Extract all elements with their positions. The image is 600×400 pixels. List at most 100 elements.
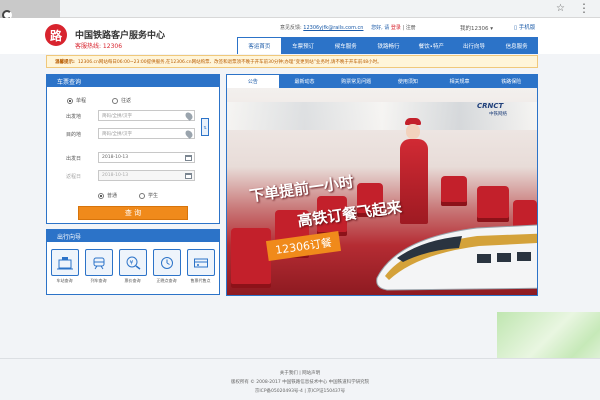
guide-item-price[interactable]: ¥ 票价查询 xyxy=(117,249,148,284)
feedback-email-link[interactable]: 12306yjfk@rails.com.cn xyxy=(303,25,363,31)
station-icon[interactable] xyxy=(50,249,79,276)
notice-text: 12306.cn网站每日06:00~23:00提供服务,在12306.cn网站购… xyxy=(77,59,382,65)
promo-banner[interactable]: CRNCT 中铁网络 下单提前一小时 高铁订餐飞起来 12306订餐 xyxy=(227,88,537,295)
notice-label: 温馨提示: xyxy=(55,59,75,65)
radio-unchecked-icon[interactable] xyxy=(139,192,146,199)
svg-text:¥: ¥ xyxy=(129,259,133,266)
clock-icon-graphic xyxy=(160,256,173,269)
train-icon[interactable] xyxy=(84,249,113,276)
guide-list: 车站查询 列车查询 ¥ 票价查询 正晚点查询 售票代售点 xyxy=(49,249,216,284)
price-icon-graphic: ¥ xyxy=(126,256,140,270)
trip-type-oneway[interactable]: 单程 xyxy=(67,97,86,104)
attendant-face xyxy=(406,124,420,139)
feedback-label: 意见反馈: xyxy=(280,25,304,31)
guide-item-train[interactable]: 列车查询 xyxy=(83,249,114,284)
depart-date-value: 2018-10-13 xyxy=(102,155,129,160)
radio-label: 单程 xyxy=(76,98,87,104)
radio-unchecked-icon[interactable] xyxy=(112,97,119,104)
browser-menu-icon[interactable]: ⋮ xyxy=(578,1,590,15)
tab-faq[interactable]: 购票常见问题 xyxy=(330,75,382,88)
ticket-type-student[interactable]: 学生 xyxy=(139,192,158,199)
seat-graphic xyxy=(477,186,509,222)
news-panel: 公告 最新动态 购票常见问题 使用须知 相关规章 铁路保险 CRNCT 中铁网络… xyxy=(226,74,538,296)
ticket-icon[interactable] xyxy=(186,249,215,276)
guide-label: 售票代售点 xyxy=(190,278,211,283)
calendar-icon[interactable] xyxy=(185,173,192,179)
nav-item-waiting-service[interactable]: 候车服务 xyxy=(324,37,367,54)
nav-item-catering[interactable]: 餐饮•特产 xyxy=(410,37,453,54)
radio-label: 学生 xyxy=(148,193,159,199)
radio-checked-icon[interactable] xyxy=(98,192,104,199)
register-link[interactable]: | 注册 xyxy=(402,25,415,31)
calendar-icon[interactable] xyxy=(185,155,192,161)
tab-regulations[interactable]: 相关规章 xyxy=(434,75,486,88)
seat-graphic xyxy=(231,228,271,288)
panel-title: 车票查询 xyxy=(47,75,219,87)
brand-logo: CRNCT xyxy=(477,102,504,110)
ticket-type-normal[interactable]: 普通 xyxy=(98,192,117,199)
browser-toolbar: ☆ ⋮ xyxy=(0,0,600,20)
price-icon[interactable]: ¥ xyxy=(118,249,147,276)
nav-item-info-service[interactable]: 信息服务 xyxy=(495,37,538,54)
location-pin-icon[interactable] xyxy=(184,129,194,139)
login-link[interactable]: 登录 xyxy=(391,25,401,31)
site-title[interactable]: 中国铁路客户服务中心 xyxy=(75,28,165,41)
clock-icon[interactable] xyxy=(152,249,181,276)
to-placeholder: 简码/全拼/汉字 xyxy=(102,131,133,137)
tab-latest[interactable]: 最新动态 xyxy=(279,75,331,88)
nav-item-ticket-booking[interactable]: 车票预订 xyxy=(282,37,325,54)
seat-graphic xyxy=(441,176,467,206)
footer-links[interactable]: 关于我们 | 网站声明 xyxy=(0,369,600,378)
mobile-version-link[interactable]: ▯ 手机版 xyxy=(514,23,535,31)
tab-usage-notes[interactable]: 使用须知 xyxy=(382,75,434,88)
attendant-uniform xyxy=(400,139,428,224)
my12306-menu[interactable]: 我的12306 ▾ xyxy=(460,24,493,32)
railway-logo-icon[interactable]: 路 xyxy=(45,24,67,46)
return-date-value: 2018-10-13 xyxy=(102,173,129,178)
footer-copyright: 版权所有 © 2008-2017 中国铁路信息技术中心 中国铁道科学研究院 xyxy=(230,380,370,385)
footer-icp: 京ICP备05020493号-4 | 京ICP证150437号 xyxy=(254,389,346,394)
main-nav: 客运首页 车票预订 候车服务 铁路畅行 餐饮•特产 出行向导 信息服务 xyxy=(237,37,538,54)
radio-checked-icon[interactable] xyxy=(67,97,73,104)
greeting-text: 您好, 请 xyxy=(371,25,390,31)
return-date-input[interactable]: 2018-10-13 xyxy=(98,170,195,181)
from-label: 出发地 xyxy=(66,114,82,120)
ticket-type-group: 普通 学生 xyxy=(98,192,158,199)
bullet-train-graphic xyxy=(376,224,537,291)
guide-item-delay[interactable]: 正晚点查询 xyxy=(151,249,182,284)
from-station-input[interactable]: 简码/全拼/汉字 xyxy=(98,110,195,121)
login-bar: 意见反馈: 12306yjfk@rails.com.cn 您好, 请 登录 | … xyxy=(280,24,416,31)
swap-stations-icon[interactable]: ⇅ xyxy=(201,118,209,136)
news-tabs: 公告 最新动态 购票常见问题 使用须知 相关规章 铁路保险 xyxy=(227,75,537,88)
location-pin-icon[interactable] xyxy=(184,111,194,121)
ticket-icon-graphic xyxy=(193,258,208,267)
guide-item-station[interactable]: 车站查询 xyxy=(49,249,80,284)
tab-insurance[interactable]: 铁路保险 xyxy=(485,75,537,88)
panel-title: 出行向导 xyxy=(47,230,219,242)
brand-subtitle: 中铁网络 xyxy=(489,112,507,117)
radio-label: 普通 xyxy=(107,193,118,199)
return-date-label: 返程日 xyxy=(66,174,82,180)
from-placeholder: 简码/全拼/汉字 xyxy=(102,113,133,119)
train-icon-graphic xyxy=(93,257,104,269)
to-station-input[interactable]: 简码/全拼/汉字 xyxy=(98,128,195,139)
guide-label: 票价查询 xyxy=(124,278,141,283)
ticket-query-panel: 车票查询 单程 往返 xyxy=(46,74,220,224)
guide-label: 车站查询 xyxy=(56,278,73,283)
hotline: 客服热线: 12306 xyxy=(75,43,123,50)
trip-type-group: 单程 往返 xyxy=(67,97,131,104)
trip-type-roundtrip[interactable]: 往返 xyxy=(112,97,131,104)
guide-item-agency[interactable]: 售票代售点 xyxy=(185,249,216,284)
bookmark-star-icon[interactable]: ☆ xyxy=(556,3,565,14)
tab-announcement[interactable]: 公告 xyxy=(227,75,279,88)
radio-label: 往返 xyxy=(121,98,132,104)
notice-bar: 温馨提示: 12306.cn网站每日06:00~23:00提供服务,在12306… xyxy=(46,55,538,68)
depart-date-input[interactable]: 2018-10-13 xyxy=(98,152,195,163)
site-footer: 关于我们 | 网站声明 版权所有 © 2008-2017 中国铁路信息技术中心 … xyxy=(0,358,600,400)
guide-label: 列车查询 xyxy=(90,278,107,283)
nav-item-home[interactable]: 客运首页 xyxy=(237,37,282,54)
travel-guide-panel: 出行向导 车站查询 列车查询 ¥ 票价查询 正晚点查询 售票代售点 xyxy=(46,229,220,295)
nav-item-travel-guide[interactable]: 出行向导 xyxy=(453,37,496,54)
query-button[interactable]: 查 询 xyxy=(78,206,188,220)
nav-item-railway-pass[interactable]: 铁路畅行 xyxy=(367,37,410,54)
